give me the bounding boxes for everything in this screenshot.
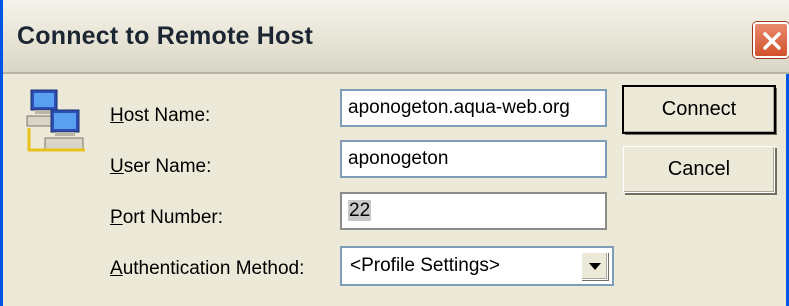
close-icon	[763, 32, 781, 50]
host-name-label: Host Name:	[110, 105, 211, 126]
port-number-label: Port Number:	[110, 207, 223, 228]
dropdown-button[interactable]	[581, 252, 608, 280]
connect-dialog: Connect to Remote Host Host Name: aponog…	[0, 0, 789, 306]
cancel-button[interactable]: Cancel	[623, 146, 775, 193]
connect-button[interactable]: Connect	[622, 85, 776, 134]
user-name-label: User Name:	[110, 156, 212, 177]
host-name-input[interactable]: aponogeton.aqua-web.org	[340, 89, 607, 127]
authentication-method-label: Authentication Method:	[110, 258, 305, 279]
networked-computers-icon	[26, 89, 85, 152]
authentication-method-select[interactable]: <Profile Settings>	[340, 246, 614, 286]
user-name-input[interactable]: aponogeton	[340, 140, 607, 178]
title-bar[interactable]: Connect to Remote Host	[3, 0, 789, 74]
port-number-value: 22	[348, 200, 372, 221]
close-button[interactable]	[753, 22, 789, 58]
port-number-input[interactable]: 22	[340, 192, 607, 230]
window-title: Connect to Remote Host	[17, 22, 314, 50]
chevron-down-icon	[589, 263, 601, 270]
authentication-method-value: <Profile Settings>	[350, 255, 500, 276]
